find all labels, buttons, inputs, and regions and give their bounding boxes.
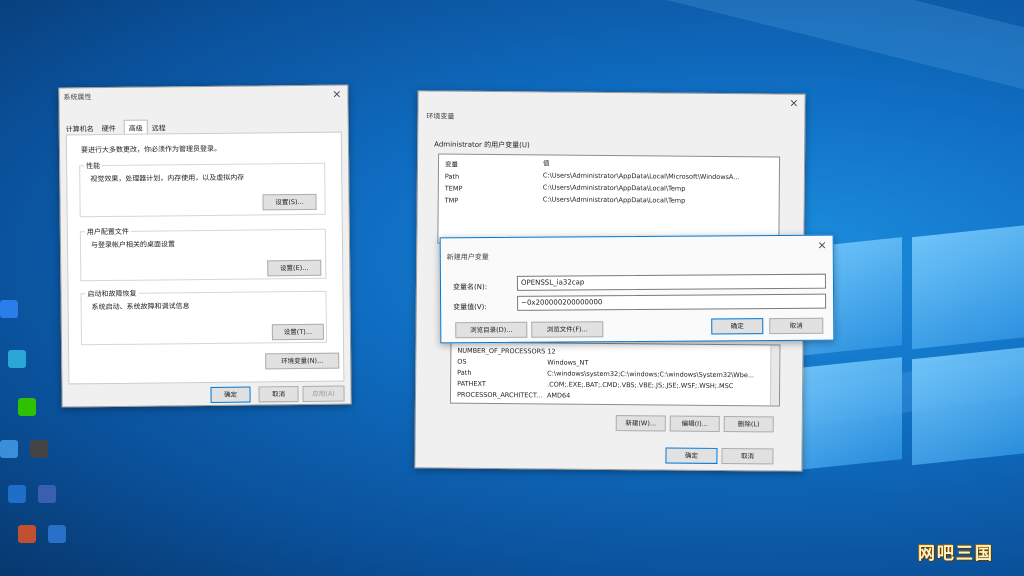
table-row[interactable]: TEMP [445, 185, 463, 193]
tab-hardware[interactable]: 硬件 [102, 124, 116, 134]
user-variables-heading: Administrator 的用户变量(U) [434, 140, 530, 150]
desktop-app-icon[interactable] [8, 485, 26, 503]
edit-variable-button[interactable]: 编辑(I)... [669, 415, 720, 432]
group-description: 视觉效果，处理器计划，内存使用，以及虚拟内存 [90, 173, 245, 184]
table-cell: C:\Users\Administrator\AppData\Local\Tem… [542, 183, 686, 193]
delete-variable-button[interactable]: 删除(L) [723, 415, 774, 433]
desktop-app-icon[interactable] [18, 525, 36, 543]
performance-group: 性能 视觉效果，处理器计划，内存使用，以及虚拟内存 设置(S)... [79, 161, 326, 218]
table-row[interactable]: Path [457, 369, 471, 377]
table-row[interactable]: OS [457, 358, 466, 366]
column-header-variable[interactable]: 变量 [445, 159, 458, 169]
desktop-app-icon[interactable] [48, 525, 66, 543]
dialog-title: 新建用户变量 [446, 253, 489, 262]
cancel-button[interactable]: 取消 [769, 317, 824, 335]
profile-settings-button[interactable]: 设置(E)... [267, 259, 322, 277]
new-variable-button[interactable]: 新建(W)... [615, 415, 666, 432]
table-cell: C:\windows\system32;C:\windows;C:\window… [547, 369, 755, 380]
browse-directory-button[interactable]: 浏览目录(D)... [455, 321, 528, 339]
tab-computer-name[interactable]: 计算机名 [66, 124, 94, 134]
desktop-app-icon[interactable] [8, 350, 26, 368]
variable-name-field[interactable]: OPENSSL_ia32cap [516, 273, 827, 291]
table-row[interactable]: PATHEXT [457, 380, 486, 388]
group-heading: 性能 [84, 161, 103, 172]
system-properties-dialog: 系统属性 × 计算机名 硬件 高级 远程 要进行大多数更改，你必须作为管理员登录… [58, 84, 352, 408]
desktop-app-icon[interactable] [0, 440, 18, 458]
table-row[interactable]: PROCESSOR_ARCHITECT... [457, 391, 542, 400]
watermark-logo: 网吧三国 [918, 544, 994, 564]
tab-remote[interactable]: 远程 [152, 123, 166, 133]
desktop-app-icon[interactable] [0, 300, 18, 318]
variable-value-field[interactable]: ~0x200000200000000 [517, 293, 827, 311]
admin-note: 要进行大多数更改，你必须作为管理员登录。 [80, 144, 222, 155]
system-variables-list[interactable]: NUMBER_OF_PROCESSORS 12 OS Windows_NT Pa… [449, 341, 781, 407]
table-cell: C:\Users\Administrator\AppData\Local\Mic… [542, 171, 740, 182]
table-row[interactable]: NUMBER_OF_PROCESSORS [457, 347, 545, 356]
wechat-icon[interactable] [18, 398, 36, 416]
column-header-value[interactable]: 值 [543, 157, 550, 167]
table-cell: AMD64 [546, 391, 571, 400]
user-profile-group: 用户配置文件 与登录帐户相关的桌面设置 设置(E)... [79, 226, 327, 282]
group-description: 系统启动、系统故障和调试信息 [91, 302, 190, 312]
cancel-button[interactable]: 取消 [721, 447, 774, 465]
dialog-title: 系统属性 [63, 93, 92, 102]
desktop-app-icon[interactable] [38, 485, 56, 503]
performance-settings-button[interactable]: 设置(S)... [262, 193, 317, 211]
table-cell: Windows_NT [547, 358, 589, 367]
table-cell: 12 [547, 347, 556, 356]
variable-value-label: 变量值(V): [453, 303, 487, 312]
close-icon[interactable]: × [332, 88, 341, 101]
desktop-app-icon[interactable] [30, 440, 48, 458]
table-cell: .COM;.EXE;.BAT;.CMD;.VBS;.VBE;.JS;.JSE;.… [547, 380, 734, 391]
ok-button[interactable]: 确定 [210, 386, 251, 403]
variable-name-label: 变量名(N): [452, 283, 488, 292]
apply-button[interactable]: 应用(A) [302, 385, 345, 402]
group-description: 与登录帐户相关的桌面设置 [90, 240, 176, 250]
user-variables-list[interactable]: 变量 值 Path C:\Users\Administrator\AppData… [437, 153, 781, 247]
ok-button[interactable]: 确定 [711, 318, 764, 335]
startup-settings-button[interactable]: 设置(T)... [271, 323, 324, 341]
group-heading: 启动和故障恢复 [85, 288, 139, 300]
table-cell: C:\Users\Administrator\AppData\Local\Tem… [542, 195, 686, 205]
new-user-variable-dialog: 新建用户变量 × 变量名(N): OPENSSL_ia32cap 变量值(V):… [439, 234, 835, 344]
scrollbar[interactable] [769, 345, 780, 406]
group-heading: 用户配置文件 [84, 226, 131, 238]
startup-recovery-group: 启动和故障恢复 系统启动、系统故障和调试信息 设置(T)... [80, 288, 328, 346]
dialog-title: 环境变量 [426, 112, 455, 121]
close-icon[interactable]: × [817, 239, 826, 252]
close-icon[interactable]: × [789, 97, 798, 110]
table-row[interactable]: Path [445, 173, 459, 181]
ok-button[interactable]: 确定 [665, 447, 718, 464]
environment-variables-button[interactable]: 环境变量(N)... [265, 352, 340, 370]
cancel-button[interactable]: 取消 [258, 386, 299, 403]
browse-file-button[interactable]: 浏览文件(F)... [531, 321, 604, 338]
table-row[interactable]: TMP [445, 197, 459, 205]
